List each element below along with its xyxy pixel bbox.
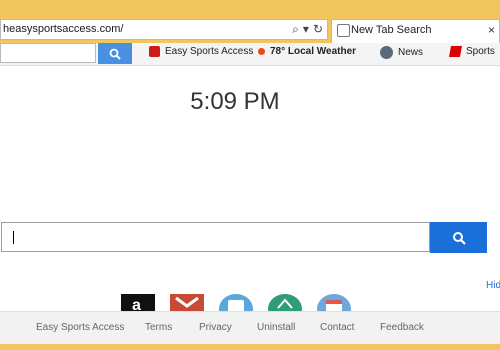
hide-link[interactable]: Hid: [486, 280, 500, 291]
browser-frame-top: [0, 0, 500, 16]
footer-link-uninstall[interactable]: Uninstall: [257, 322, 295, 333]
toolbar-search-button[interactable]: [98, 43, 132, 64]
tab-new-tab-search[interactable]: New Tab Search ×: [331, 19, 500, 43]
footer-link-privacy[interactable]: Privacy: [199, 322, 232, 333]
calendar-icon[interactable]: [317, 294, 351, 312]
espn-icon: [449, 46, 462, 57]
close-tab-icon[interactable]: ×: [488, 23, 495, 37]
toolbar-item-sports[interactable]: Sports: [449, 46, 495, 57]
footer-link-terms[interactable]: Terms: [145, 322, 172, 333]
sports-logo-icon: [149, 46, 160, 57]
dropdown-icon[interactable]: ▾: [303, 22, 309, 37]
chat-icon[interactable]: [219, 294, 253, 312]
search-icon: [452, 231, 466, 245]
maps-icon[interactable]: [268, 294, 302, 312]
browser-frame-bottom: [0, 344, 500, 350]
main-search-input[interactable]: [1, 222, 430, 252]
toolbar-search-input[interactable]: [0, 43, 96, 63]
footer: Easy Sports Access Terms Privacy Uninsta…: [0, 311, 500, 345]
extension-toolbar: Easy Sports Access 78° Local Weather New…: [0, 43, 500, 66]
url-text: heasysportsaccess.com/: [3, 23, 124, 35]
footer-link-feedback[interactable]: Feedback: [380, 322, 424, 333]
weather-icon: [258, 48, 265, 55]
quick-links: a: [121, 294, 361, 312]
footer-link-contact[interactable]: Contact: [320, 322, 354, 333]
address-bar[interactable]: heasysportsaccess.com/ ⌕ ▾ ↻: [0, 19, 328, 40]
refresh-icon[interactable]: ↻: [313, 22, 323, 37]
search-icon: [109, 48, 121, 60]
toolbar-item-news[interactable]: News: [380, 46, 423, 59]
search-icon[interactable]: ⌕: [292, 22, 299, 37]
toolbar-item-local-weather[interactable]: 78° Local Weather: [258, 46, 356, 57]
toolbar-item-easy-sports-access[interactable]: Easy Sports Access: [149, 46, 253, 57]
clock-time: 5:09 PM: [190, 88, 280, 115]
tab-label: New Tab Search: [351, 24, 432, 36]
amazon-icon[interactable]: a: [121, 294, 155, 312]
gmail-icon[interactable]: [170, 294, 204, 312]
text-cursor: [13, 231, 14, 244]
page-icon: [337, 24, 350, 37]
news-icon: [380, 46, 393, 59]
main-search-button[interactable]: [430, 222, 487, 253]
address-row: heasysportsaccess.com/ ⌕ ▾ ↻ New Tab Sea…: [0, 16, 500, 43]
svg-text:a: a: [132, 297, 141, 312]
footer-link-easy-sports-access[interactable]: Easy Sports Access: [36, 322, 124, 333]
